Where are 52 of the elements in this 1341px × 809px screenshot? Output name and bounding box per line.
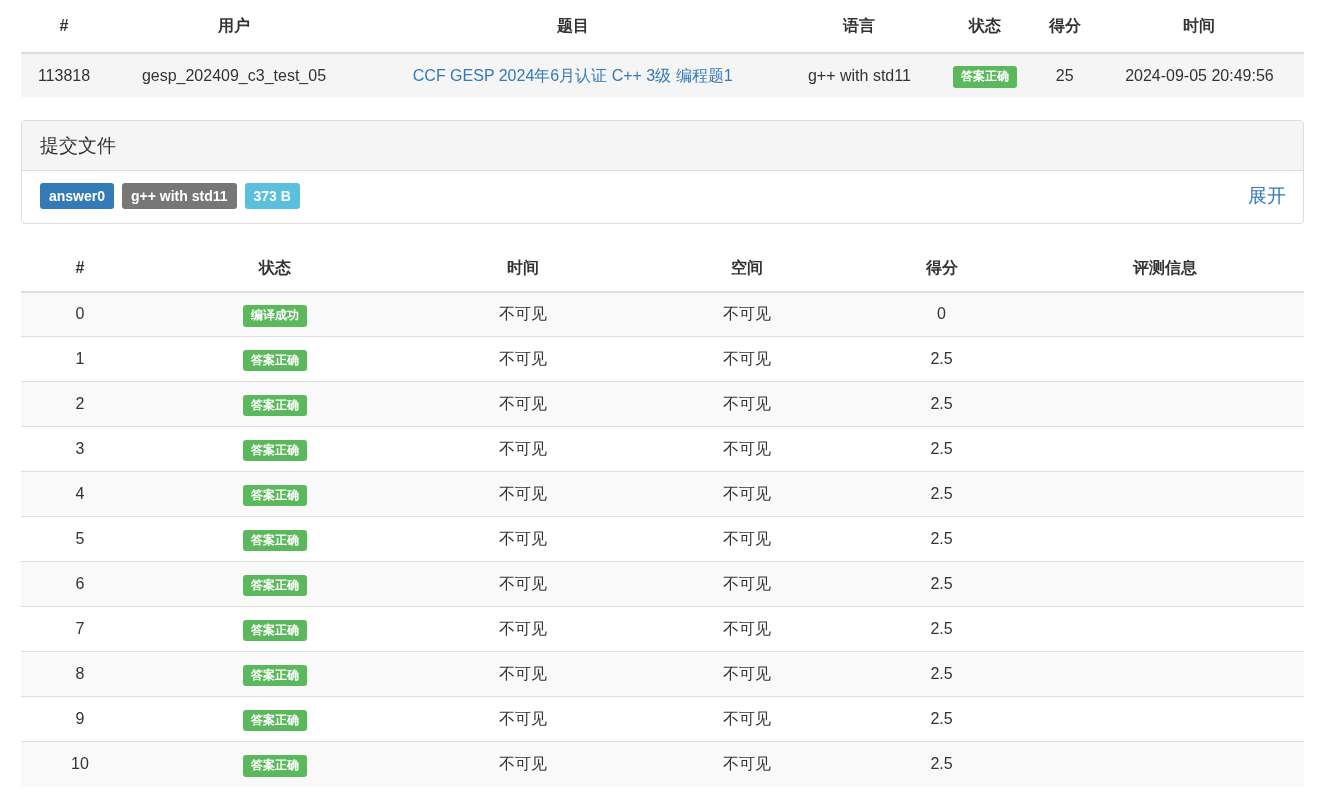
- table-cell: 不可见: [411, 381, 636, 427]
- table-cell: 不可见: [635, 741, 858, 787]
- column-header: 得分: [857, 245, 1026, 292]
- file-tag: answer0: [40, 183, 115, 210]
- panel-title: 提交文件: [22, 121, 1303, 171]
- expand-link[interactable]: 展开: [1248, 182, 1286, 211]
- status-label: 答案正确: [243, 709, 307, 732]
- table-cell: 2024-09-05 20:49:56: [1094, 53, 1304, 97]
- table-cell: 2: [21, 381, 140, 427]
- table-cell: 不可见: [411, 651, 636, 697]
- table-cell: 不可见: [635, 381, 858, 427]
- table-cell: 不可见: [635, 291, 858, 337]
- status-label: 编译成功: [243, 304, 307, 327]
- table-cell: 2.5: [857, 381, 1026, 427]
- status-label: 答案正确: [243, 484, 307, 507]
- table-cell: 6: [21, 561, 140, 607]
- table-cell: 0: [857, 291, 1026, 337]
- status-label: 答案正确: [243, 619, 307, 642]
- table-cell: 2.5: [857, 471, 1026, 517]
- table-cell: 2.5: [857, 741, 1026, 787]
- column-header: 时间: [411, 245, 636, 292]
- table-cell: 0: [21, 291, 140, 337]
- status-label: 答案正确: [243, 529, 307, 552]
- column-header: 空间: [635, 245, 858, 292]
- table-cell: 2.5: [857, 651, 1026, 697]
- status-label: 答案正确: [243, 439, 307, 462]
- table-cell: gesp_202409_c3_test_05: [106, 53, 361, 97]
- table-cell: 4: [21, 471, 140, 517]
- table-cell: 113818: [21, 53, 107, 97]
- status-label: 答案正确: [952, 66, 1017, 88]
- file-tag: g++ with std11: [122, 183, 237, 210]
- table-cell: 不可见: [411, 741, 636, 787]
- status-label: 答案正确: [243, 349, 307, 372]
- table-cell: 10: [21, 741, 140, 787]
- table-cell: 2.5: [857, 561, 1026, 607]
- table-cell: g++ with std11: [784, 53, 935, 97]
- status-label: 答案正确: [243, 664, 307, 687]
- table-cell: 不可见: [635, 471, 858, 517]
- table-cell: 不可见: [411, 471, 636, 517]
- table-cell: 8: [21, 651, 140, 697]
- table-cell: 25: [1034, 53, 1095, 97]
- column-header: 评测信息: [1025, 245, 1304, 292]
- status-label: 答案正确: [243, 394, 307, 417]
- column-header: #: [21, 245, 140, 292]
- status-label: 答案正确: [243, 754, 307, 777]
- table-cell: 不可见: [411, 561, 636, 607]
- table-cell: 不可见: [635, 651, 858, 697]
- column-header: 状态: [139, 245, 411, 292]
- status-label: 答案正确: [243, 574, 307, 597]
- file-tag: 373 B: [244, 183, 300, 210]
- table-cell: 不可见: [635, 561, 858, 607]
- table-cell: 不可见: [411, 291, 636, 337]
